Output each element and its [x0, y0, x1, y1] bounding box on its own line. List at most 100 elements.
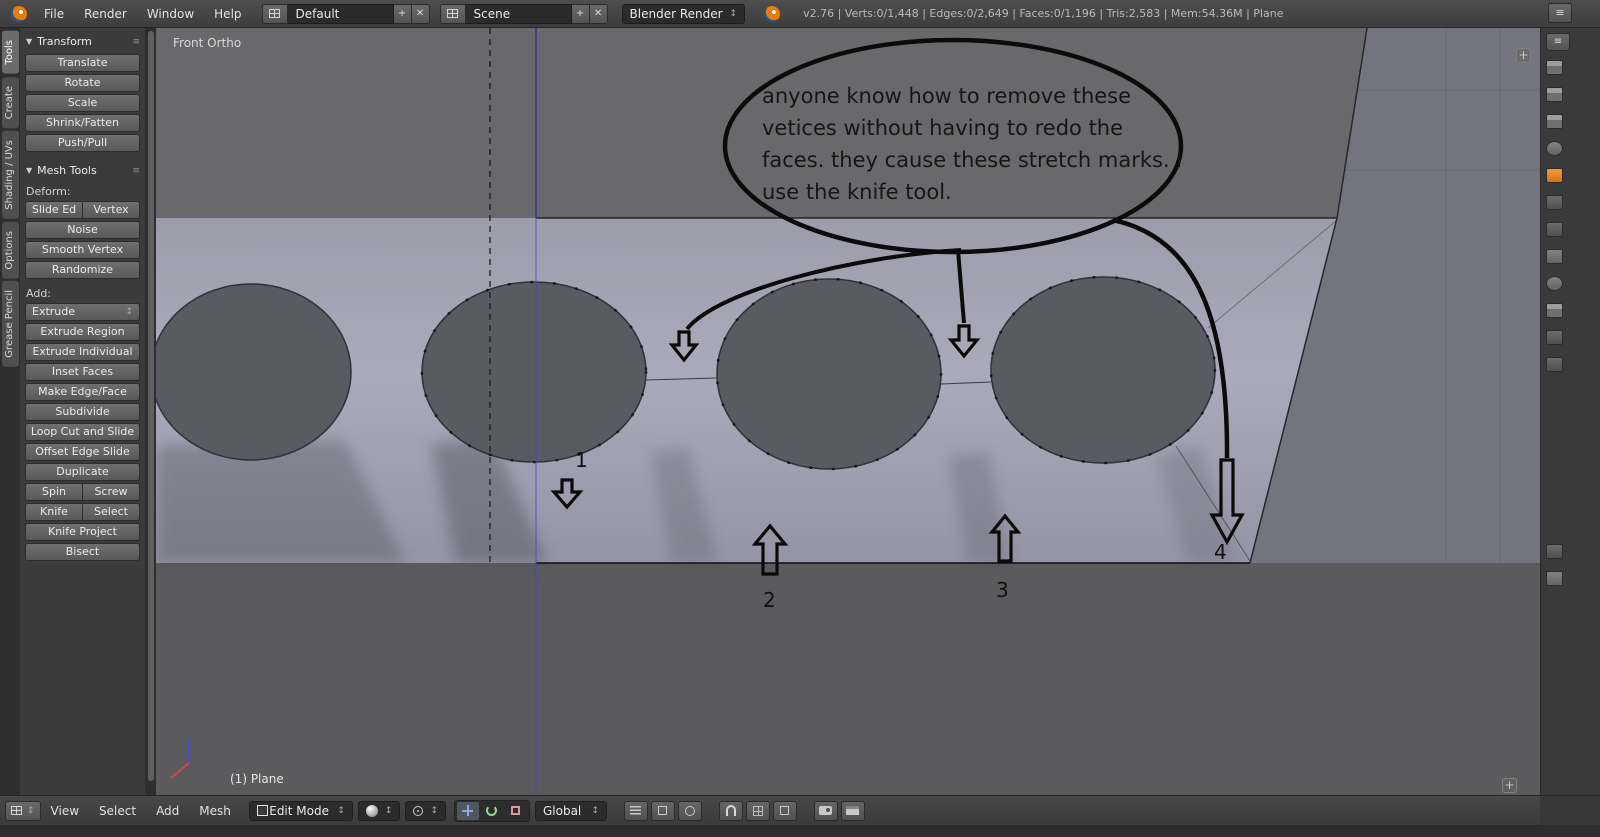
properties-tab-render-icon[interactable]	[1546, 60, 1563, 75]
occlude-geometry-button[interactable]	[772, 800, 797, 821]
properties-tab-render-layers-icon[interactable]	[1546, 87, 1563, 102]
menu-select[interactable]: Select	[89, 801, 146, 821]
expand-properties-region-button[interactable]: +	[1516, 48, 1531, 63]
camera-icon	[819, 806, 833, 815]
toolshelf-scrollbar[interactable]	[146, 28, 156, 795]
transform-panel-header[interactable]: ▼ Transform ≡	[26, 35, 140, 48]
make-edge-face-button[interactable]: Make Edge/Face	[25, 383, 140, 401]
tab-grease-pencil[interactable]: Grease Pencil	[2, 281, 19, 367]
pivot-center-dropdown[interactable]: ↕	[405, 800, 446, 821]
render-engine-dropdown[interactable]: Blender Render ↕	[621, 3, 746, 24]
spin-button[interactable]: Spin	[25, 483, 82, 501]
inset-faces-button[interactable]: Inset Faces	[25, 363, 140, 381]
properties-tab-scene-icon[interactable]	[1546, 114, 1563, 129]
menu-view[interactable]: View	[41, 801, 89, 821]
menu-window[interactable]: Window	[137, 4, 204, 24]
menu-file[interactable]: File	[34, 4, 74, 24]
properties-editor-type-button[interactable]: ≡	[1546, 33, 1570, 51]
properties-tab-particles-icon[interactable]	[1546, 330, 1563, 345]
subdivide-button[interactable]: Subdivide	[25, 403, 140, 421]
proportional-edit-button[interactable]	[677, 800, 702, 821]
tab-options[interactable]: Options	[2, 221, 19, 279]
rotate-button[interactable]: Rotate	[25, 74, 140, 92]
panel-grip-icon[interactable]: ≡	[132, 166, 140, 176]
properties-editor-type-button[interactable]: ≡	[1548, 3, 1572, 23]
scene-name[interactable]: Scene	[465, 3, 572, 24]
annotation-line-4: use the knife tool.	[762, 180, 952, 204]
knife-select-button[interactable]: Select	[82, 503, 140, 521]
menu-render[interactable]: Render	[74, 4, 137, 24]
grease-pencil-icon[interactable]	[1546, 544, 1563, 559]
delete-scene-button[interactable]: ✕	[589, 3, 608, 24]
menu-help[interactable]: Help	[204, 4, 251, 24]
3d-viewport[interactable]: Front Ortho (1) Plane anyone know how to…	[156, 28, 1540, 795]
arrow-label-3: 3	[996, 578, 1009, 602]
blender-app-menu-button[interactable]	[4, 3, 34, 25]
manipulator-translate-button[interactable]	[456, 801, 479, 820]
extrude-region-button[interactable]: Extrude Region	[25, 323, 140, 341]
properties-tab-object-data-icon[interactable]	[1546, 249, 1563, 264]
properties-tab-physics-icon[interactable]	[1546, 357, 1563, 372]
tab-create[interactable]: Create	[2, 76, 19, 128]
scrollbar-thumb[interactable]	[148, 31, 154, 781]
menu-add[interactable]: Add	[146, 801, 189, 821]
properties-tab-material-icon[interactable]	[1546, 276, 1563, 291]
snap-element-button[interactable]	[745, 800, 770, 821]
updown-icon: ↕	[27, 805, 35, 816]
properties-tab-texture-icon[interactable]	[1546, 303, 1563, 318]
loop-cut-slide-button[interactable]: Loop Cut and Slide	[25, 423, 140, 441]
duplicate-button[interactable]: Duplicate	[25, 463, 140, 481]
add-screen-layout-button[interactable]: +	[393, 3, 412, 24]
shrink-fatten-button[interactable]: Shrink/Fatten	[25, 114, 140, 132]
screen-layout-browse-button[interactable]	[261, 3, 288, 24]
object-info-label: (1) Plane	[230, 772, 284, 786]
extrude-dropdown[interactable]: Extrude ↕	[25, 303, 140, 321]
knife-project-button[interactable]: Knife Project	[25, 523, 140, 541]
offset-edge-slide-button[interactable]: Offset Edge Slide	[25, 443, 140, 461]
brush-icon[interactable]	[1546, 571, 1563, 586]
properties-tab-world-icon[interactable]	[1546, 141, 1563, 156]
edge-slide-button[interactable]: Slide Ed	[25, 201, 82, 219]
properties-tab-object-icon[interactable]	[1546, 168, 1563, 183]
mesh-tools-panel-header[interactable]: ▼ Mesh Tools ≡	[26, 164, 140, 177]
smooth-vertex-button[interactable]: Smooth Vertex	[25, 241, 140, 259]
opengl-render-image-button[interactable]	[813, 800, 838, 821]
properties-editor-footer	[1540, 795, 1600, 825]
expand-region-button[interactable]: +	[1502, 778, 1517, 793]
viewport-shading-dropdown[interactable]: ↕	[357, 800, 401, 821]
screen-layout-name[interactable]: Default	[287, 3, 394, 24]
bisect-button[interactable]: Bisect	[25, 543, 140, 561]
scene-browse-button[interactable]	[439, 3, 466, 24]
layers-button[interactable]	[623, 800, 648, 821]
knife-button[interactable]: Knife	[25, 503, 82, 521]
blender-window: File Render Window Help Default + ✕ Scen…	[0, 0, 1600, 837]
snap-toggle-button[interactable]	[718, 800, 743, 821]
editor-type-button[interactable]: ↕	[5, 800, 41, 821]
screw-button[interactable]: Screw	[82, 483, 140, 501]
add-scene-button[interactable]: +	[571, 3, 590, 24]
solid-shading-icon	[365, 804, 378, 817]
tab-shading-uvs[interactable]: Shading / UVs	[2, 130, 19, 219]
properties-tab-modifiers-icon[interactable]	[1546, 222, 1563, 237]
opengl-render-animation-button[interactable]	[840, 800, 865, 821]
extrude-individual-button[interactable]: Extrude Individual	[25, 343, 140, 361]
manipulator-rotate-button[interactable]	[481, 802, 503, 820]
mode-dropdown[interactable]: Edit Mode ↕	[248, 800, 353, 821]
properties-tab-column	[1546, 60, 1563, 586]
delete-screen-layout-button[interactable]: ✕	[411, 3, 430, 24]
manipulator-scale-button[interactable]	[505, 802, 527, 820]
randomize-button[interactable]: Randomize	[25, 261, 140, 279]
properties-tab-constraints-icon[interactable]	[1546, 195, 1563, 210]
transform-orientation-dropdown[interactable]: Global ↕	[534, 800, 607, 821]
scale-button[interactable]: Scale	[25, 94, 140, 112]
push-pull-button[interactable]: Push/Pull	[25, 134, 140, 152]
tab-tools[interactable]: Tools	[2, 31, 19, 74]
translate-button[interactable]: Translate	[25, 54, 140, 72]
vertex-slide-button[interactable]: Vertex	[82, 201, 140, 219]
lock-to-scene-button[interactable]	[650, 800, 675, 821]
noise-button[interactable]: Noise	[25, 221, 140, 239]
orientation-label: Global	[542, 803, 582, 818]
menu-mesh[interactable]: Mesh	[189, 801, 241, 821]
occlude-icon	[780, 806, 790, 815]
panel-grip-icon[interactable]: ≡	[132, 37, 140, 47]
